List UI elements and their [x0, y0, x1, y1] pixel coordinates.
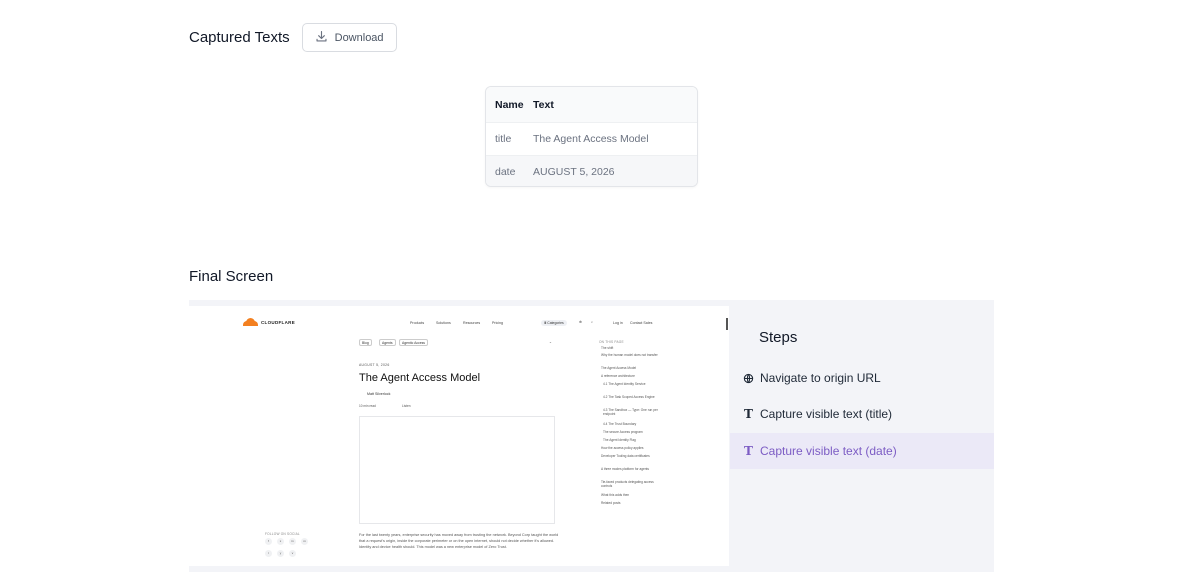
toc-item: How the access policy applies [601, 446, 644, 450]
toc-item: 4.1 The Agent Identity Service [603, 382, 646, 386]
toc-item: Tie-faced products delegating access con… [601, 480, 654, 489]
nav-pricing: Pricing [492, 321, 503, 325]
follow-label: FOLLOW ON SOCIAL [265, 532, 300, 536]
toc-item: Why the human model does not transfer [601, 353, 658, 357]
globe-icon: ⊕ [579, 320, 583, 324]
social-icon: m [301, 538, 308, 545]
toc-item: Related posts [601, 501, 621, 505]
step-label: Capture visible text (title) [760, 407, 893, 421]
final-screen-panel: CLOUDFLARE Products Solutions Resources … [189, 300, 994, 572]
post-paragraph: For the last twenty years, enterprise se… [359, 533, 559, 550]
captured-texts-title: Captured Texts [189, 29, 290, 46]
post-meta-read-time: 10 min read [359, 404, 376, 408]
post-meta-listen: Listen [402, 404, 411, 408]
toc-item: 4.2 The Task Scoped Access Engine [603, 395, 655, 399]
social-icon: r [265, 550, 272, 557]
toc-item: 4.3 The Sandbox — Type: One run per endp… [603, 408, 658, 417]
toc-item: Developer Tooling data certificates [601, 454, 650, 458]
step-capture-date[interactable]: T Capture visible text (date) [730, 433, 994, 469]
download-label: Download [334, 31, 384, 44]
post-title: The Agent Access Model [359, 372, 481, 384]
final-screenshot: CLOUDFLARE Products Solutions Resources … [189, 306, 729, 566]
post-author: Matt Silverlock [367, 392, 391, 396]
toc-heading: ON THIS PAGE [599, 340, 624, 344]
cell-text: The Agent Access Model [533, 133, 649, 145]
post-date: AUGUST 5, 2026 [359, 363, 390, 367]
toc-item: A three modes platform for agents [601, 467, 650, 471]
social-icon: x [277, 538, 284, 545]
nav-login: Log in [613, 321, 623, 325]
table-row: title The Agent Access Model [486, 122, 697, 155]
breadcrumb-agentic-access: Agentic Access [399, 339, 428, 346]
toc-item: The Agent Identity Flag [603, 438, 636, 442]
globe-icon [743, 372, 754, 384]
step-label: Capture visible text (date) [760, 444, 897, 458]
nav-solutions: Solutions [436, 321, 451, 325]
download-button[interactable]: Download [301, 23, 397, 52]
step-navigate-origin-url[interactable]: Navigate to origin URL [730, 360, 994, 396]
cell-text: AUGUST 5, 2026 [533, 166, 615, 178]
nav-contact-sales: Contact Sales [630, 321, 653, 325]
social-icon: in [289, 538, 296, 545]
social-icon: y [277, 550, 284, 557]
download-icon [315, 30, 328, 46]
steps-panel: Steps Navigate to origin URL T Capture v… [730, 300, 994, 572]
nav-products: Products [410, 321, 425, 325]
toc-item: 4.4 The Trust Boundary [603, 422, 637, 426]
table-row: date AUGUST 5, 2026 [486, 155, 697, 186]
steps-title: Steps [759, 329, 798, 346]
screenshot-scrollbar [726, 318, 728, 330]
toc-item: The Agent Access Model [601, 366, 637, 370]
final-screen-title: Final Screen [189, 268, 274, 285]
cloud-icon [243, 318, 258, 326]
step-capture-title[interactable]: T Capture visible text (title) [730, 396, 994, 432]
categories-pill: Ⅲ Categories [541, 320, 567, 326]
search-icon: ⌕ [591, 320, 594, 324]
toc-item: A reference architecture [601, 374, 635, 378]
table-header-row: Name Text [486, 87, 697, 122]
text-icon: T [744, 444, 753, 458]
cell-name: date [495, 166, 516, 178]
chevron-down-icon: ⌄ [549, 340, 553, 344]
post-hero-image [359, 416, 555, 524]
toc-item: The secure Access program [603, 430, 643, 434]
social-icon: v [289, 550, 296, 557]
captured-texts-table: Name Text title The Agent Access Model d… [485, 86, 698, 187]
breadcrumb-blog: Blog [359, 339, 372, 346]
breadcrumb-agents: Agents [379, 339, 396, 346]
column-header-name: Name [495, 98, 524, 111]
text-icon: T [744, 407, 753, 421]
toc-item: The shift [601, 346, 614, 350]
cell-name: title [495, 133, 512, 145]
social-icon: f [265, 538, 272, 545]
nav-resources: Resources [463, 321, 481, 325]
toc-item: What this adds then [601, 493, 630, 497]
cloudflare-logo: CLOUDFLARE [243, 318, 295, 326]
captured-texts-header: Captured Texts Download [189, 23, 397, 52]
column-header-text: Text [533, 98, 554, 111]
step-label: Navigate to origin URL [760, 371, 881, 385]
